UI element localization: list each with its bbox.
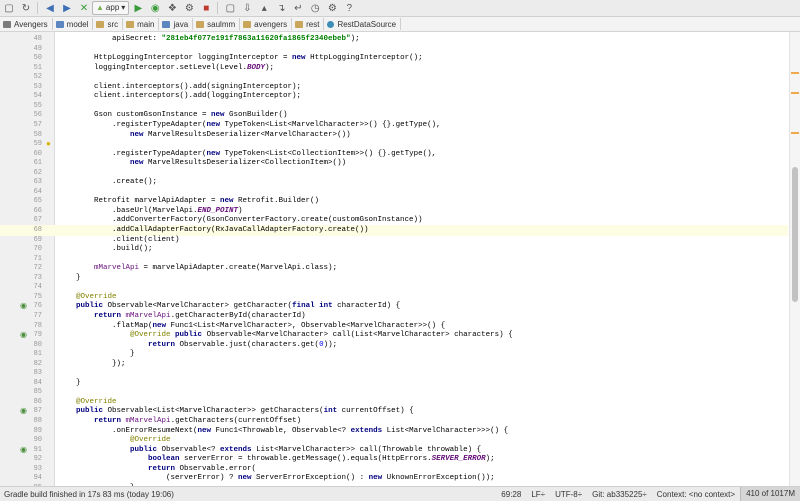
android-monitor-icon[interactable]: ▴ <box>256 1 272 15</box>
folder-icon <box>126 20 135 28</box>
breadcrumb-label: src <box>107 19 119 29</box>
scrollbar-thumb[interactable] <box>792 167 798 302</box>
debug-icon[interactable]: ◉ <box>147 1 163 15</box>
package-icon <box>295 20 304 28</box>
breadcrumb-label: Avengers <box>14 19 48 29</box>
avd-manager-icon[interactable]: ▢ <box>222 1 238 15</box>
class-icon <box>327 20 335 28</box>
build-hammer-icon[interactable]: ✕ <box>76 1 92 15</box>
breadcrumb-label: main <box>137 19 155 29</box>
toolbar-separator <box>217 2 219 14</box>
help-icon[interactable]: ? <box>341 1 357 15</box>
breadcrumb-item-main[interactable]: main <box>123 18 160 30</box>
run-config-select[interactable]: ▲ app ▾ <box>92 1 130 15</box>
breadcrumb-label: rest <box>306 19 320 29</box>
editor-scrollbar[interactable] <box>789 32 800 486</box>
vcs-commit-icon[interactable]: ↵ <box>290 1 306 15</box>
folder-icon <box>96 20 105 28</box>
settings-icon[interactable]: ⚙ <box>324 1 340 15</box>
breadcrumb-label: java <box>173 19 189 29</box>
breadcrumb-item-package[interactable]: saulmm <box>193 18 241 30</box>
warning-stripe[interactable] <box>791 72 799 74</box>
source-folder-icon <box>162 20 171 28</box>
main-toolbar: ▢ ↻ ◀ ▶ ✕ ▲ app ▾ ▶ ◉ ❖ ⚙ ■ ▢ ⇩ ▴ ↴ ↵ ◷ … <box>0 0 800 17</box>
breadcrumb-item-module[interactable]: model <box>53 18 94 30</box>
sdk-manager-icon[interactable]: ⇩ <box>239 1 255 15</box>
line-separator[interactable]: LF÷ <box>526 490 550 499</box>
package-icon <box>196 20 205 28</box>
breadcrumb-label: RestDataSource <box>337 19 397 29</box>
breadcrumb-item-src[interactable]: src <box>93 18 124 30</box>
status-bar: Gradle build finished in 17s 83 ms (toda… <box>0 486 800 501</box>
breadcrumb-item-class[interactable]: RestDataSource <box>324 18 402 30</box>
coverage-icon[interactable]: ⚙ <box>181 1 197 15</box>
breadcrumb: Avengers model src main java saulmm aven… <box>0 17 800 32</box>
breadcrumb-item-package[interactable]: rest <box>292 18 325 30</box>
breadcrumb-item-project[interactable]: Avengers <box>0 18 53 30</box>
sync-icon[interactable]: ↻ <box>18 1 34 15</box>
run-icon[interactable]: ▶ <box>130 1 146 15</box>
caret-position[interactable]: 69:28 <box>496 490 526 499</box>
vcs-update-icon[interactable]: ↴ <box>273 1 289 15</box>
breadcrumb-label: avengers <box>254 19 288 29</box>
chevron-down-icon: ▾ <box>121 3 126 12</box>
warning-stripe[interactable] <box>791 92 799 94</box>
forward-icon[interactable]: ▶ <box>59 1 75 15</box>
breadcrumb-item-package[interactable]: avengers <box>240 18 293 30</box>
warning-stripe[interactable] <box>791 132 799 134</box>
package-icon <box>243 20 252 28</box>
back-icon[interactable]: ◀ <box>42 1 58 15</box>
breadcrumb-label: saulmm <box>207 19 236 29</box>
status-message[interactable]: Gradle build finished in 17s 83 ms (toda… <box>4 490 496 499</box>
vcs-branch[interactable]: Git: ab335225÷ <box>587 490 652 499</box>
toolbar-separator <box>37 2 38 14</box>
memory-indicator[interactable]: 410 of 1017M <box>740 487 800 501</box>
stop-icon[interactable]: ■ <box>198 1 214 15</box>
project-folder-icon <box>3 20 11 28</box>
run-config-label: app <box>105 3 120 12</box>
history-icon[interactable]: ◷ <box>307 1 323 15</box>
code-editor[interactable]: 48 apiSecret: "281eb4f077e191f7863a11620… <box>0 32 800 486</box>
file-encoding[interactable]: UTF-8÷ <box>550 490 587 499</box>
android-icon: ▲ <box>96 3 104 12</box>
breadcrumb-label: model <box>66 19 89 29</box>
module-folder-icon <box>55 20 64 28</box>
save-icon[interactable]: ▢ <box>1 1 17 15</box>
breadcrumb-item-java[interactable]: java <box>159 18 194 30</box>
context-indicator[interactable]: Context: <no context> <box>652 490 740 499</box>
attach-debugger-icon[interactable]: ❖ <box>164 1 180 15</box>
